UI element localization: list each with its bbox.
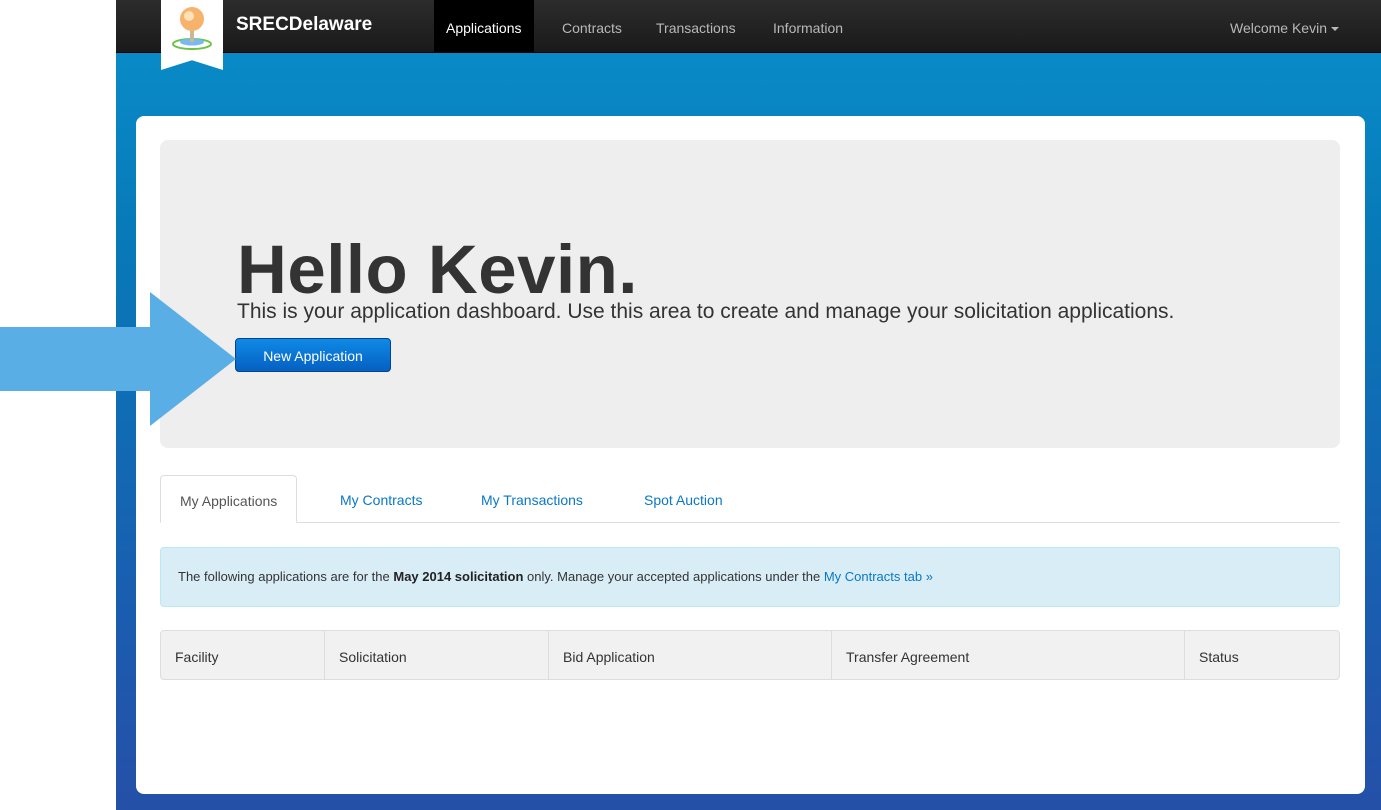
my-contracts-link[interactable]: My Contracts tab »: [824, 569, 933, 584]
column-header-facility[interactable]: Facility: [161, 631, 324, 679]
alert-text-before: The following applications are for the: [178, 569, 394, 584]
user-menu[interactable]: Welcome Kevin: [1230, 0, 1339, 52]
app-frame: SRECDelaware Applications Contracts Tran…: [116, 0, 1381, 810]
nav-contracts[interactable]: Contracts: [550, 0, 634, 52]
tab-my-applications[interactable]: My Applications: [160, 475, 298, 523]
tab-bar: My Applications My Contracts My Transact…: [160, 475, 1340, 523]
hero-subtitle: This is your application dashboard. Use …: [237, 300, 1175, 323]
alert-text-after: only. Manage your accepted applications …: [523, 569, 824, 584]
brand-name[interactable]: SRECDelaware: [236, 14, 372, 36]
top-navbar: SRECDelaware Applications Contracts Tran…: [116, 0, 1381, 70]
tab-spot-auction[interactable]: Spot Auction: [644, 475, 723, 522]
nav-applications[interactable]: Applications: [434, 0, 534, 52]
new-application-button[interactable]: New Application: [235, 338, 391, 372]
info-alert: The following applications are for the M…: [160, 547, 1340, 607]
column-header-status[interactable]: Status: [1184, 631, 1339, 679]
applications-table: Facility Solicitation Bid Application Tr…: [160, 630, 1340, 680]
main-panel: Hello Kevin. This is your application da…: [136, 116, 1365, 794]
column-header-solicitation[interactable]: Solicitation: [324, 631, 548, 679]
logo[interactable]: [161, 0, 223, 70]
tab-my-transactions[interactable]: My Transactions: [481, 475, 583, 522]
column-header-bid-application[interactable]: Bid Application: [548, 631, 831, 679]
tab-my-contracts[interactable]: My Contracts: [340, 475, 422, 522]
nav-information[interactable]: Information: [761, 0, 855, 52]
logo-icon: [172, 7, 212, 50]
nav-transactions[interactable]: Transactions: [644, 0, 748, 52]
page-title: Hello Kevin.: [237, 231, 638, 308]
alert-solicitation: May 2014 solicitation: [393, 569, 524, 584]
arrow-right-icon: [0, 292, 236, 426]
chevron-down-icon: [1331, 27, 1339, 32]
column-header-transfer-agreement[interactable]: Transfer Agreement: [831, 631, 1184, 679]
user-menu-label: Welcome Kevin: [1229, 20, 1327, 36]
hero-unit: Hello Kevin. This is your application da…: [160, 140, 1340, 448]
